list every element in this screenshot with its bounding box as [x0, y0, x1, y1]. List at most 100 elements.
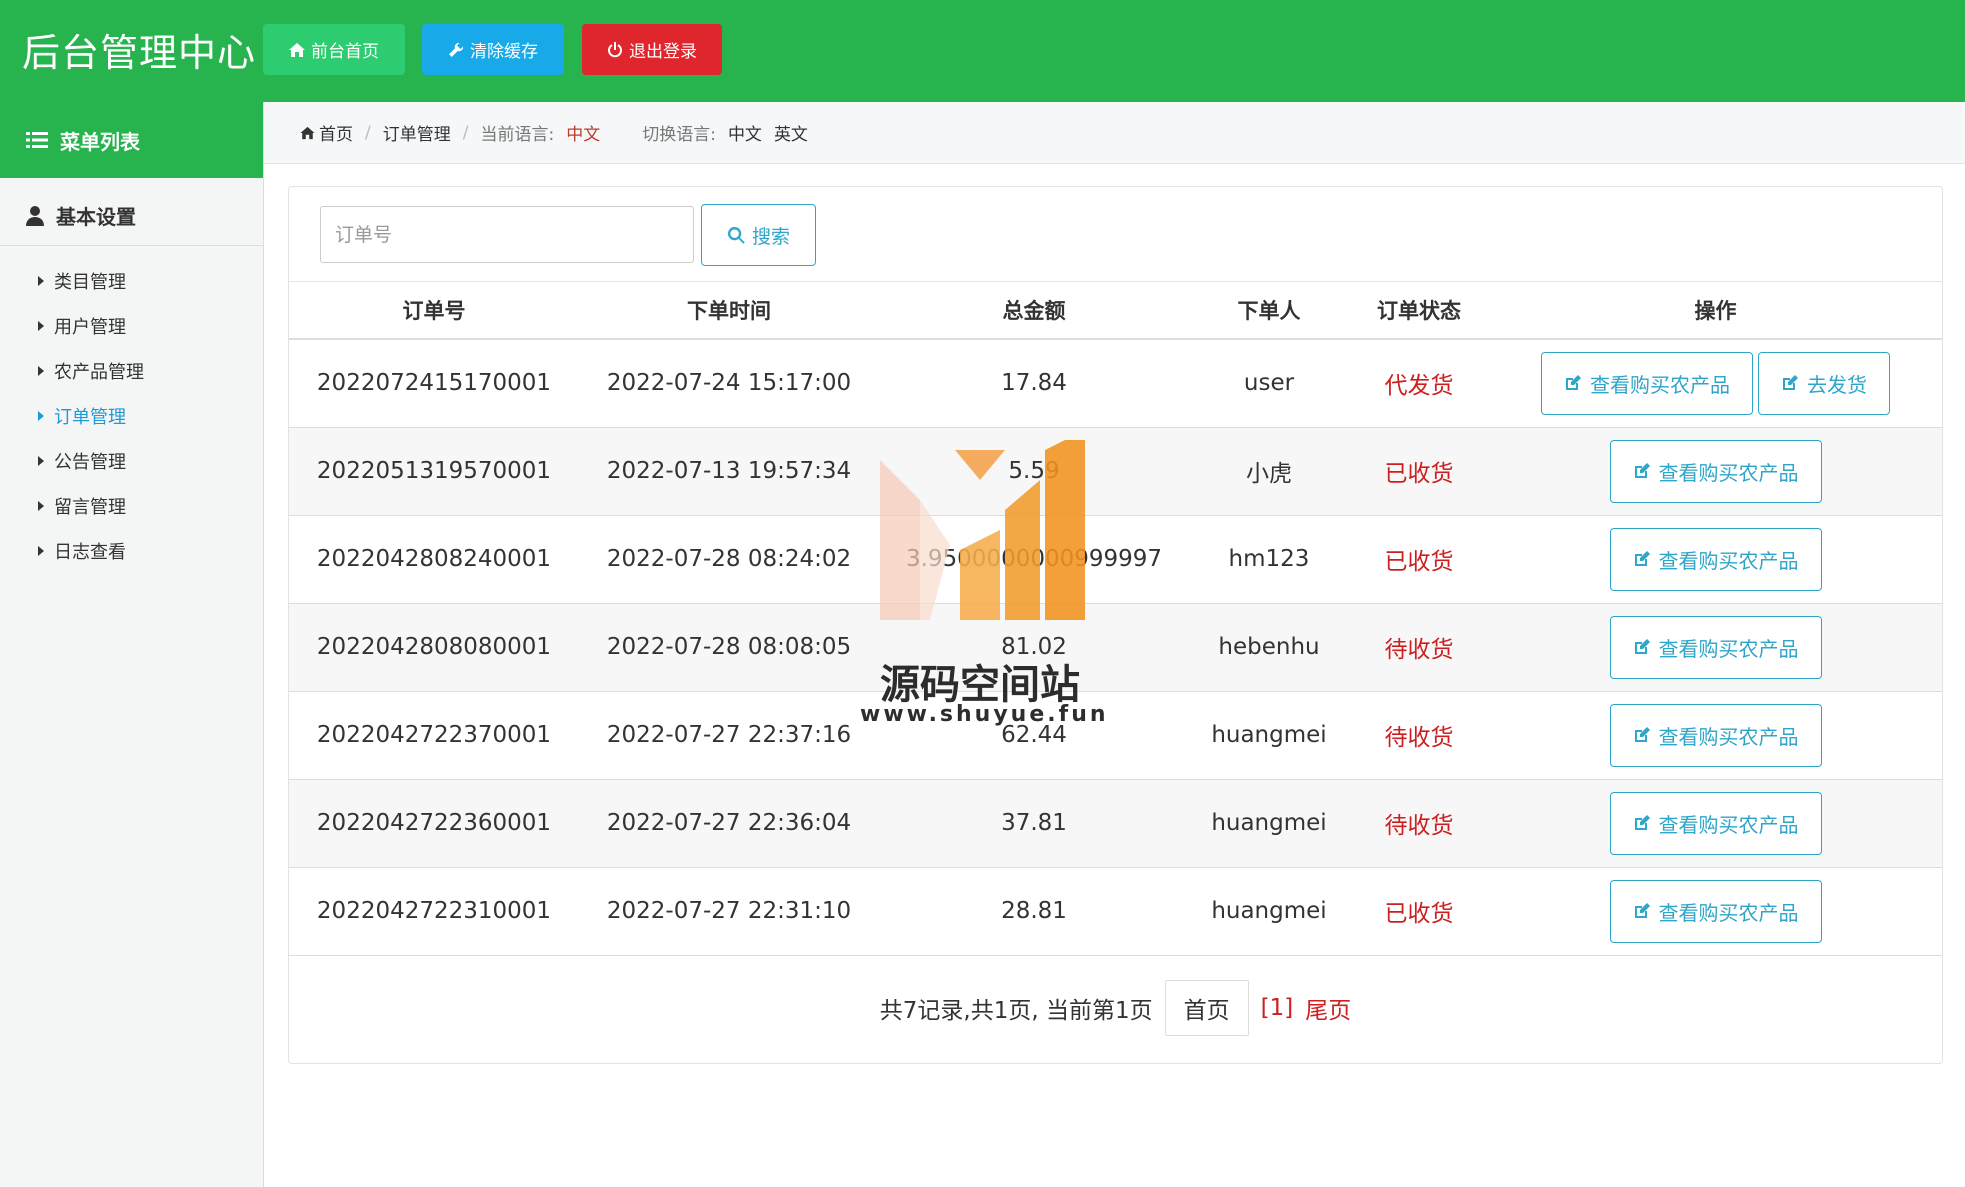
- table-header-row: 订单号 下单时间 总金额 下单人 订单状态 操作: [289, 282, 1942, 340]
- sidebar-item-category[interactable]: 类目管理: [0, 258, 263, 303]
- view-products-button[interactable]: 查看购买农产品: [1609, 791, 1822, 855]
- order-no-cell: 2022042722370001: [289, 691, 579, 780]
- orders-table: 订单号 下单时间 总金额 下单人 订单状态 操作 202207241517000…: [289, 282, 1942, 956]
- amount-cell: 28.81: [879, 867, 1189, 956]
- table-row: 2022042808080001 2022-07-28 08:08:05 81.…: [289, 603, 1942, 692]
- switch-language-label: 切换语言:: [642, 125, 716, 145]
- table-row: 2022072415170001 2022-07-24 15:17:00 17.…: [289, 339, 1942, 428]
- first-page-button[interactable]: 首页: [1164, 980, 1249, 1036]
- top-header: 后台管理中心 前台首页 清除缓存 退出登录: [0, 0, 1965, 102]
- customer-cell: user: [1189, 339, 1349, 428]
- view-products-button[interactable]: 查看购买农产品: [1609, 879, 1822, 943]
- actions-cell: 查看购买农产品: [1489, 691, 1942, 780]
- order-time-cell: 2022-07-27 22:37:16: [579, 691, 879, 780]
- breadcrumb: 首页 / 订单管理 / 当前语言: 中文 切换语言: 中文 英文: [264, 102, 1965, 164]
- order-time-cell: 2022-07-13 19:57:34: [579, 427, 879, 516]
- view-products-button[interactable]: 查看购买农产品: [1609, 527, 1822, 591]
- status-cell: 待收货: [1349, 779, 1489, 868]
- list-icon: [26, 132, 48, 148]
- sidebar-item-orders[interactable]: 订单管理: [0, 393, 263, 438]
- amount-cell: 62.44: [879, 691, 1189, 780]
- sidebar-item-products[interactable]: 农产品管理: [0, 348, 263, 393]
- search-bar: 搜索: [289, 187, 1942, 282]
- order-no-cell: 2022072415170001: [289, 339, 579, 428]
- header-actions: 操作: [1489, 282, 1942, 340]
- edit-icon: [1634, 727, 1650, 742]
- amount-cell: 37.81: [879, 779, 1189, 868]
- breadcrumb-current[interactable]: 订单管理: [383, 120, 451, 145]
- caret-right-icon: [38, 365, 44, 376]
- wrench-icon: [449, 42, 464, 57]
- sidebar-item-messages[interactable]: 留言管理: [0, 483, 263, 528]
- view-products-button[interactable]: 查看购买农产品: [1541, 351, 1753, 415]
- table-row: 2022042808240001 2022-07-28 08:24:02 3.9…: [289, 515, 1942, 604]
- lang-chinese-link[interactable]: 中文: [728, 120, 762, 145]
- order-panel: 搜索 订单号 下单时间 总金额 下单人 订单状态 操作 202207241517…: [288, 186, 1943, 1064]
- customer-cell: huangmei: [1189, 779, 1349, 868]
- power-icon: [608, 41, 622, 57]
- caret-right-icon: [38, 455, 44, 466]
- breadcrumb-separator: /: [365, 122, 371, 143]
- search-button[interactable]: 搜索: [701, 204, 816, 266]
- customer-cell: huangmei: [1189, 691, 1349, 780]
- sidebar-nav: 类目管理 用户管理 农产品管理 订单管理 公告管理 留言管理 日志查看: [0, 246, 263, 573]
- amount-cell: 3.9500000000999997: [879, 515, 1189, 604]
- order-time-cell: 2022-07-27 22:31:10: [579, 867, 879, 956]
- actions-cell: 查看购买农产品: [1489, 867, 1942, 956]
- breadcrumb-home[interactable]: 首页: [300, 120, 353, 145]
- customer-cell: 小虎: [1189, 427, 1349, 516]
- breadcrumb-separator: /: [462, 122, 469, 143]
- actions-cell: 查看购买农产品: [1489, 779, 1942, 868]
- amount-cell: 81.02: [879, 603, 1189, 692]
- amount-cell: 5.59: [879, 427, 1189, 516]
- status-cell: 待收货: [1349, 603, 1489, 692]
- view-products-button[interactable]: 查看购买农产品: [1609, 703, 1822, 767]
- caret-right-icon: [38, 320, 44, 331]
- last-page-link[interactable]: 尾页: [1305, 991, 1351, 1025]
- header-order-no: 订单号: [289, 282, 579, 340]
- view-products-button[interactable]: 查看购买农产品: [1609, 439, 1822, 503]
- order-no-cell: 2022042808080001: [289, 603, 579, 692]
- lang-english-link[interactable]: 英文: [774, 120, 808, 145]
- table-row: 2022042722370001 2022-07-27 22:37:16 62.…: [289, 691, 1942, 780]
- clear-cache-button[interactable]: 清除缓存: [422, 24, 564, 75]
- app-title: 后台管理中心: [22, 31, 257, 75]
- header-total-amount: 总金额: [879, 282, 1189, 340]
- logout-button[interactable]: 退出登录: [582, 24, 722, 75]
- status-cell: 已收货: [1349, 515, 1489, 604]
- search-icon: [727, 226, 745, 244]
- edit-icon: [1634, 903, 1650, 918]
- actions-cell: 查看购买农产品 去发货: [1489, 339, 1942, 428]
- amount-cell: 17.84: [879, 339, 1189, 428]
- edit-icon: [1634, 551, 1650, 566]
- sidebar-item-users[interactable]: 用户管理: [0, 303, 263, 348]
- edit-icon: [1634, 815, 1650, 830]
- home-icon: [289, 42, 305, 57]
- order-number-search-input[interactable]: [320, 206, 694, 263]
- order-no-cell: 2022051319570001: [289, 427, 579, 516]
- order-time-cell: 2022-07-27 22:36:04: [579, 779, 879, 868]
- current-language-value: 中文: [566, 125, 601, 145]
- home-icon: [300, 126, 315, 140]
- sidebar-item-logs[interactable]: 日志查看: [0, 528, 263, 573]
- actions-cell: 查看购买农产品: [1489, 603, 1942, 692]
- order-time-cell: 2022-07-28 08:08:05: [579, 603, 879, 692]
- current-page-link[interactable]: [1]: [1261, 995, 1294, 1021]
- customer-cell: hebenhu: [1189, 603, 1349, 692]
- ship-order-button[interactable]: 去发货: [1758, 351, 1890, 415]
- sidebar-item-notices[interactable]: 公告管理: [0, 438, 263, 483]
- caret-right-icon: [38, 500, 44, 511]
- order-no-cell: 2022042808240001: [289, 515, 579, 604]
- edit-icon: [1634, 463, 1650, 478]
- order-no-cell: 2022042722310001: [289, 867, 579, 956]
- view-products-button[interactable]: 查看购买农产品: [1609, 615, 1822, 679]
- table-row: 2022042722360001 2022-07-27 22:36:04 37.…: [289, 779, 1942, 868]
- sidebar-group-basic-settings[interactable]: 基本设置: [0, 186, 263, 246]
- header-order-time: 下单时间: [579, 282, 879, 340]
- current-language-label: 当前语言:: [480, 125, 555, 145]
- customer-cell: hm123: [1189, 515, 1349, 604]
- frontend-home-button[interactable]: 前台首页: [263, 24, 405, 75]
- actions-cell: 查看购买农产品: [1489, 427, 1942, 516]
- caret-right-icon: [38, 545, 44, 556]
- status-cell: 代发货: [1349, 339, 1489, 428]
